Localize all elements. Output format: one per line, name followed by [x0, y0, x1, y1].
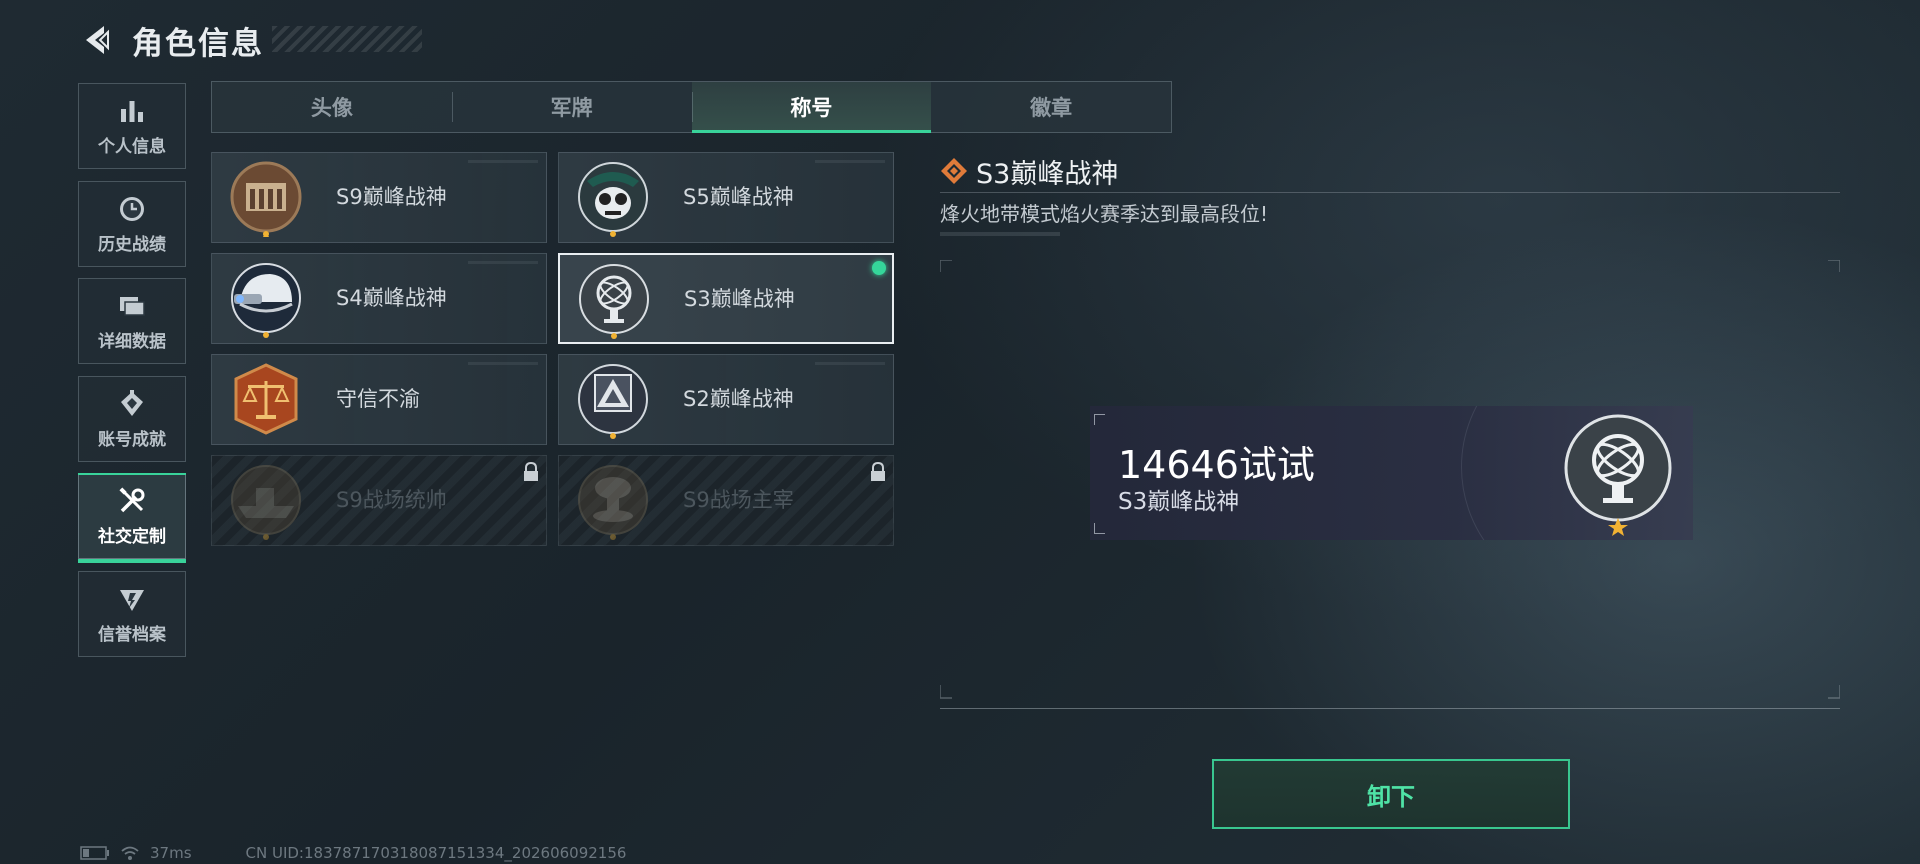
title-card-s5-peak[interactable]: S5巅峰战神: [558, 152, 894, 243]
selected-title-name: S3巅峰战神: [976, 159, 1119, 190]
rank-diamond-icon: [941, 158, 967, 184]
title-name: S9战场统帅: [336, 488, 447, 512]
card-decoration: [468, 160, 538, 163]
title-decoration: [272, 26, 422, 52]
sidebar-item-profile[interactable]: 个人信息: [78, 83, 186, 169]
folder-icon: [117, 291, 147, 321]
title-name: S3巅峰战神: [684, 287, 795, 311]
sidebar-item-label: 历史战绩: [98, 234, 166, 255]
nameplate-corner: [1094, 414, 1105, 425]
title-card-trustworthy[interactable]: 守信不渝: [211, 354, 547, 445]
sidebar-item-label: 账号成就: [98, 429, 166, 450]
status-bar: 37ms CN UID:18378717031808715133​4_20260…: [80, 844, 626, 862]
player-name: 14646试试: [1118, 443, 1315, 487]
helmet-emblem-icon: [231, 263, 301, 338]
card-decoration: [468, 362, 538, 365]
user-uid: CN UID:18378717031808715133​4_2026060921…: [245, 844, 627, 862]
equipped-indicator: [872, 261, 886, 275]
preview-divider: [940, 708, 1840, 709]
armillary-sphere-emblem-icon: [579, 264, 649, 339]
sidebar-item-achievements[interactable]: 账号成就: [78, 376, 186, 462]
shield-icon: [117, 584, 147, 614]
clock-icon: [117, 194, 147, 224]
title-card-s9-dominator[interactable]: S9战场主宰: [558, 455, 894, 546]
page-title: 角色信息: [132, 26, 264, 62]
sidebar-item-label: 个人信息: [98, 136, 166, 157]
achievement-icon: [117, 389, 147, 419]
lock-icon: [871, 462, 885, 481]
sidebar-item-label: 社交定制: [98, 526, 166, 547]
warship-emblem-icon: [231, 465, 301, 540]
title-card-s2-peak[interactable]: S2巅峰战神: [558, 354, 894, 445]
lock-icon: [524, 462, 538, 481]
category-tabs: 头像 军牌 称号 徽章: [211, 81, 1172, 133]
title-card-s3-peak[interactable]: S3巅峰战神: [558, 253, 894, 344]
ping-value: 37ms: [150, 844, 192, 862]
back-button[interactable]: [78, 22, 114, 58]
tab-dogtag[interactable]: 军牌: [451, 82, 692, 132]
bar-chart-icon: [117, 96, 147, 126]
fortress-emblem-icon: [230, 161, 302, 237]
soldier-skull-emblem-icon: [578, 162, 648, 237]
title-card-s9-peak[interactable]: S9巅峰战神: [211, 152, 547, 243]
sidebar-item-label: 详细数据: [98, 331, 166, 352]
sidebar-item-label: 信誉档案: [98, 624, 166, 645]
divider: [940, 192, 1840, 193]
title-name: 守信不渝: [336, 387, 420, 411]
nameplate-corner: [1094, 523, 1105, 534]
sidebar-item-social[interactable]: 社交定制: [78, 473, 186, 563]
card-decoration: [815, 160, 885, 163]
armillary-sphere-emblem-icon: [1564, 414, 1672, 536]
title-name: S4巅峰战神: [336, 286, 447, 310]
title-name: S2巅峰战神: [683, 387, 794, 411]
title-name: S5巅峰战神: [683, 185, 794, 209]
wifi-icon: [121, 846, 139, 860]
mushroom-cloud-emblem-icon: [578, 465, 648, 540]
sidebar-item-history[interactable]: 历史战绩: [78, 181, 186, 267]
card-decoration: [815, 362, 885, 365]
title-card-s4-peak[interactable]: S4巅峰战神: [211, 253, 547, 344]
description-underline: [940, 232, 1060, 236]
scales-emblem-icon: [234, 363, 298, 435]
card-decoration: [468, 261, 538, 264]
player-title: S3巅峰战神: [1118, 489, 1240, 515]
selected-title-description: 烽火地带模式焰火赛季达到最高段位!: [940, 202, 1269, 226]
back-arrow-icon: [86, 26, 109, 54]
title-name: S9战场主宰: [683, 488, 794, 512]
title-name: S9巅峰战神: [336, 185, 447, 209]
tab-badge[interactable]: 徽章: [931, 82, 1171, 132]
nameplate-preview: 14646试试 S3巅峰战神: [1090, 406, 1693, 540]
sidebar-item-credit[interactable]: 信誉档案: [78, 571, 186, 657]
battery-icon: [80, 846, 109, 860]
pyramid-emblem-icon: [578, 364, 648, 439]
tab-avatar[interactable]: 头像: [212, 82, 452, 132]
tab-title[interactable]: 称号: [691, 82, 932, 133]
unequip-button[interactable]: 卸下: [1212, 759, 1570, 829]
wrench-icon: [117, 486, 147, 516]
sidebar-item-details[interactable]: 详细数据: [78, 278, 186, 364]
title-card-s9-commander[interactable]: S9战场统帅: [211, 455, 547, 546]
